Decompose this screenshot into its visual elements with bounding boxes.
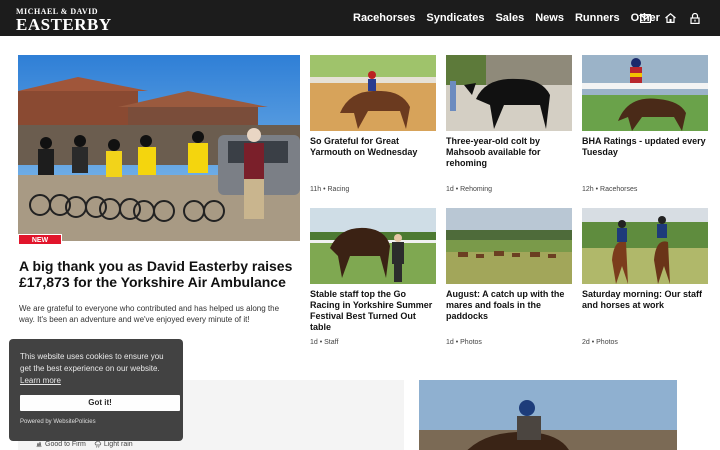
going-text: Good to Firm: [45, 441, 86, 448]
hero-summary: We are grateful to everyone who contribu…: [19, 304, 280, 324]
card-meta: 2d • Photos: [582, 339, 618, 346]
hero-image[interactable]: [18, 55, 300, 241]
header-icons: [640, 0, 700, 36]
rain-cloud-icon: [94, 441, 101, 448]
cookie-accept-button[interactable]: Got it!: [20, 395, 180, 411]
main-nav: Racehorses Syndicates Sales News Runners…: [353, 0, 671, 36]
cookie-learn-more[interactable]: Learn more: [20, 375, 176, 387]
conditions-text: Light rain: [103, 441, 133, 448]
card-meta: 1d • Staff: [310, 339, 339, 346]
card-title[interactable]: BHA Ratings - updated every Tuesday: [582, 136, 708, 158]
card-title[interactable]: August: A catch up with the mares and fo…: [446, 289, 572, 322]
news-card[interactable]: Saturday morning: Our staff and horses a…: [582, 208, 708, 311]
site-logo[interactable]: MICHAEL & DAVID EASTERBY: [16, 8, 112, 34]
card-meta: 1d • Photos: [446, 339, 482, 346]
card-title[interactable]: Three-year-old colt by Mahsoob available…: [446, 136, 572, 169]
news-card[interactable]: BHA Ratings - updated every Tuesday: [582, 55, 708, 158]
mail-icon[interactable]: [640, 13, 651, 23]
card-title[interactable]: Saturday morning: Our staff and horses a…: [582, 289, 708, 311]
nav-item-racehorses[interactable]: Racehorses: [353, 12, 415, 24]
turf-icon: [36, 441, 42, 448]
card-title[interactable]: So Grateful for Great Yarmouth on Wednes…: [310, 136, 436, 158]
site-header: MICHAEL & DAVID EASTERBY Racehorses Synd…: [0, 0, 720, 36]
card-meta: 1d • Rehoming: [446, 186, 493, 193]
news-card[interactable]: So Grateful for Great Yarmouth on Wednes…: [310, 55, 436, 158]
cookie-text: This website uses cookies to ensure you …: [20, 352, 164, 373]
news-card[interactable]: Stable staff top the Go Racing in Yorksh…: [310, 208, 436, 333]
nav-item-sales[interactable]: Sales: [495, 12, 524, 24]
card-meta: 11h • Racing: [310, 186, 350, 193]
card-image: [446, 55, 572, 131]
nav-item-runners[interactable]: Runners: [575, 12, 620, 24]
card-meta: 12h • Racehorses: [582, 186, 638, 193]
cookie-banner: This website uses cookies to ensure you …: [9, 339, 183, 441]
card-image: [310, 55, 436, 131]
news-card[interactable]: August: A catch up with the mares and fo…: [446, 208, 572, 322]
nav-item-syndicates[interactable]: Syndicates: [426, 12, 484, 24]
new-badge: NEW: [18, 234, 62, 245]
nav-item-news[interactable]: News: [535, 12, 564, 24]
card-image: [582, 55, 708, 131]
card-image: [582, 208, 708, 284]
going-item: Good to Firm: [36, 441, 86, 448]
lock-icon[interactable]: [690, 12, 700, 24]
news-card[interactable]: Three-year-old colt by Mahsoob available…: [446, 55, 572, 169]
conditions-item: Light rain: [94, 441, 133, 448]
hero-title[interactable]: A big thank you as David Easterby raises…: [19, 258, 299, 290]
featured-image[interactable]: [419, 380, 677, 450]
logo-big-text: EASTERBY: [16, 15, 112, 34]
going-weather: Good to Firm Light rain: [36, 441, 133, 448]
card-image: [310, 208, 436, 284]
card-image: [446, 208, 572, 284]
featured-photo: [419, 380, 677, 450]
cookie-powered-by[interactable]: Powered by WebsitePolicies: [20, 419, 96, 425]
home-icon[interactable]: [665, 13, 676, 23]
cookie-message: This website uses cookies to ensure you …: [20, 351, 176, 387]
hero-photo: [18, 55, 300, 241]
card-title[interactable]: Stable staff top the Go Racing in Yorksh…: [310, 289, 436, 333]
